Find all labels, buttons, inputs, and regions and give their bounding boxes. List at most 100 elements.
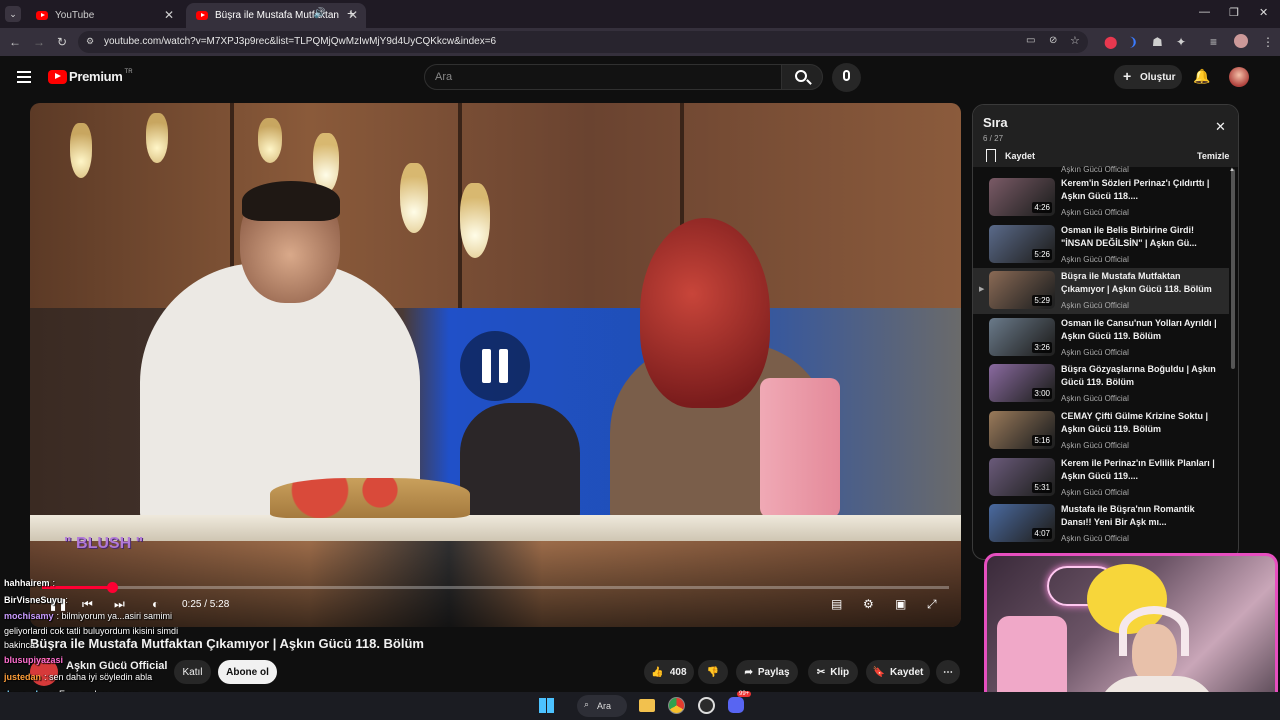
tab-youtube[interactable]: YouTube ✕ (26, 3, 182, 28)
close-playlist-icon[interactable]: ✕ (1215, 119, 1226, 135)
eye-off-icon[interactable]: ⊘ (1049, 35, 1057, 46)
playlist-thumbnail[interactable]: 5:16 (989, 411, 1055, 449)
video-player[interactable]: " BLUSH " ❚❚ ⏮ ⏭ ◐ 0:25 / 5:28 ▤ ⚙ ▣ ⤢ (30, 103, 961, 627)
discord-icon[interactable]: 99+ (728, 691, 752, 713)
extension-audio-icon[interactable]: ❩ (1128, 35, 1138, 49)
playlist-thumbnail[interactable]: 5:29 (989, 271, 1055, 310)
clip-button[interactable]: ✂ Klip (808, 660, 858, 684)
restore-icon[interactable]: ❐ (1229, 6, 1239, 19)
playlist-item-title[interactable]: Osman ile Cansu'nun Yolları Ayrıldı | Aş… (1061, 317, 1221, 343)
previous-icon[interactable]: ⏮ (82, 597, 93, 612)
playlist-item-channel[interactable]: Aşkın Gücü Official (1061, 301, 1129, 310)
share-button[interactable]: ➦ Paylaş (736, 660, 798, 684)
playlist-item[interactable]: 5:31 Kerem ile Perinaz'ın Evlilik Planlar… (973, 455, 1229, 501)
hamburger-menu-icon[interactable] (17, 71, 31, 83)
search-button[interactable] (781, 64, 823, 90)
dislike-button[interactable]: 👎 (698, 660, 728, 684)
playlist-thumbnail[interactable]: 3:26 (989, 317, 1055, 356)
playlist-save-button[interactable]: Kaydet (1005, 151, 1035, 161)
playlist-item-title[interactable]: Kerem ile Perinaz'ın Evlilik Planları | … (1061, 457, 1221, 483)
playlist-thumbnail[interactable]: 4:07 (989, 504, 1055, 543)
chat-message: BirVisneSuyu: (4, 595, 68, 605)
playlist-item-title[interactable]: Büşra Gözyaşlarına Boğuldu | Aşkın Gücü … (1061, 363, 1221, 389)
taskbar-search[interactable]: ⌕ Ara (577, 695, 627, 717)
cast-icon[interactable]: ▭ (1026, 35, 1035, 46)
tab-list-button[interactable]: ⌄ (5, 6, 21, 22)
tab-active-video[interactable]: Büşra ile Mustafa Mutfaktan 🔊 ✕ (186, 3, 366, 28)
subscribe-button[interactable]: Abone ol (218, 660, 277, 684)
youtube-logo[interactable]: Premium TR (48, 69, 133, 84)
windows-start-icon[interactable] (539, 698, 554, 713)
address-bar[interactable]: ⚙ youtube.com/watch?v=M7XPJ3p9rec&list=T… (78, 31, 1088, 53)
playlist-thumbnail[interactable]: 4:26 (989, 178, 1055, 216)
save-button[interactable]: 🔖 Kaydet (866, 660, 930, 684)
file-explorer-icon[interactable] (639, 699, 655, 712)
playlist-item[interactable]: 3:26 Osman ile Cansu'nun Yolları Ayrıldı … (973, 315, 1229, 361)
subtitles-icon[interactable]: ▤ (831, 597, 842, 611)
scroll-up-icon[interactable]: ▲ (1229, 167, 1235, 173)
bookmark-icon[interactable] (986, 149, 996, 162)
playlist-item[interactable]: 5:26 Osman ile Belis Birbirine Girdi! "İN… (973, 222, 1229, 268)
url-text: youtube.com/watch?v=M7XPJ3p9rec&list=TLP… (104, 36, 497, 47)
partial-item-channel: Aşkın Gücü Official (1061, 165, 1129, 174)
extension-red-icon[interactable]: ⬤ (1104, 35, 1117, 49)
extensions-puzzle-icon[interactable]: ✦ (1176, 35, 1186, 49)
playlist-thumbnail[interactable]: 5:31 (989, 457, 1055, 496)
browser-menu-icon[interactable]: ⋮ (1262, 35, 1274, 49)
playlist-item-title[interactable]: CEMAY Çifti Gülme Krizine Soktu | Aşkın … (1061, 410, 1221, 436)
playlist-item-channel[interactable]: Aşkın Gücü Official (1061, 394, 1129, 403)
playlist-item[interactable]: 3:00 Büşra Gözyaşlarına Boğuldu | Aşkın G… (973, 361, 1229, 407)
playlist-thumbnail[interactable]: 5:26 (989, 224, 1055, 263)
playlist-item-title[interactable]: Kerem'in Sözleri Perinaz'ı Çıldırttı | A… (1061, 177, 1221, 203)
reload-icon[interactable]: ↻ (57, 35, 67, 49)
playlist-item-title[interactable]: Büşra ile Mustafa Mutfaktan Çıkamıyor | … (1061, 270, 1221, 296)
playlist-scrollbar[interactable] (1231, 169, 1235, 369)
settings-gear-icon[interactable]: ⚙ (863, 597, 874, 611)
playlist-item-channel[interactable]: Aşkın Gücü Official (1061, 208, 1129, 217)
join-button[interactable]: Katıl (174, 660, 211, 684)
extension-ghost-icon[interactable]: ☗ (1152, 35, 1163, 49)
playlist-clear-button[interactable]: Temizle (1197, 151, 1229, 161)
playlist-item[interactable]: ▶ 5:29 Büşra ile Mustafa Mutfaktan Çıkamıy… (973, 268, 1229, 315)
more-actions-button[interactable]: ⋯ (936, 660, 960, 684)
obs-icon[interactable] (698, 697, 715, 714)
minimize-icon[interactable]: — (1199, 6, 1210, 18)
voice-search-button[interactable] (832, 63, 861, 92)
tab-search-icon[interactable]: ≡ (1210, 35, 1217, 49)
site-info-icon[interactable]: ⚙ (86, 36, 94, 47)
playlist-item-channel[interactable]: Aşkın Gücü Official (1061, 348, 1129, 357)
playlist-item-channel[interactable]: Aşkın Gücü Official (1061, 441, 1129, 450)
miniplayer-icon[interactable]: ▣ (895, 597, 906, 611)
playlist-item[interactable]: 4:26 Kerem'in Sözleri Perinaz'ı Çıldırttı… (973, 175, 1229, 221)
notifications-bell-icon[interactable]: 🔔 (1193, 68, 1210, 85)
playlist-thumbnail[interactable]: 3:00 (989, 364, 1055, 403)
create-button[interactable]: + Oluştur (1114, 65, 1182, 89)
playlist-item-channel[interactable]: Aşkın Gücü Official (1061, 255, 1129, 264)
progress-bar[interactable] (42, 582, 949, 593)
close-window-icon[interactable]: ✕ (1259, 6, 1268, 19)
playlist-item-channel[interactable]: Aşkın Gücü Official (1061, 534, 1129, 543)
playlist-item[interactable]: 5:16 CEMAY Çifti Gülme Krizine Soktu | Aş… (973, 408, 1229, 454)
fullscreen-icon[interactable]: ⤢ (927, 597, 937, 612)
next-icon[interactable]: ⏭ (114, 597, 125, 612)
new-tab-button[interactable]: + (347, 5, 355, 21)
scrubber-handle[interactable] (106, 582, 118, 593)
bookmark-star-icon[interactable]: ☆ (1070, 34, 1080, 47)
center-pause-icon[interactable] (460, 331, 530, 401)
close-tab-icon[interactable]: ✕ (164, 8, 174, 22)
account-avatar[interactable] (1229, 67, 1249, 87)
volume-icon[interactable]: ◐ (152, 597, 159, 611)
playlist-item-title[interactable]: Osman ile Belis Birbirine Girdi! "İNSAN … (1061, 224, 1221, 250)
playlist-item-channel[interactable]: Aşkın Gücü Official (1061, 488, 1129, 497)
playlist-item[interactable]: 4:07 Mustafa ile Büşra'nın Romantik Dansı… (973, 501, 1229, 547)
forward-arrow-icon[interactable]: → (33, 35, 45, 49)
search-input[interactable]: Ara (424, 64, 782, 90)
profile-avatar-icon[interactable] (1234, 34, 1248, 48)
playlist-item-title[interactable]: Mustafa ile Büşra'nın Romantik Dansı!! Y… (1061, 503, 1221, 529)
chrome-icon[interactable] (668, 697, 685, 714)
streamer-face (1132, 624, 1177, 684)
like-button[interactable]: 👍 408 (644, 660, 694, 684)
channel-name[interactable]: Aşkın Gücü Official (66, 660, 167, 672)
audio-playing-icon[interactable]: 🔊 (314, 8, 326, 19)
back-arrow-icon[interactable]: ← (9, 35, 21, 49)
